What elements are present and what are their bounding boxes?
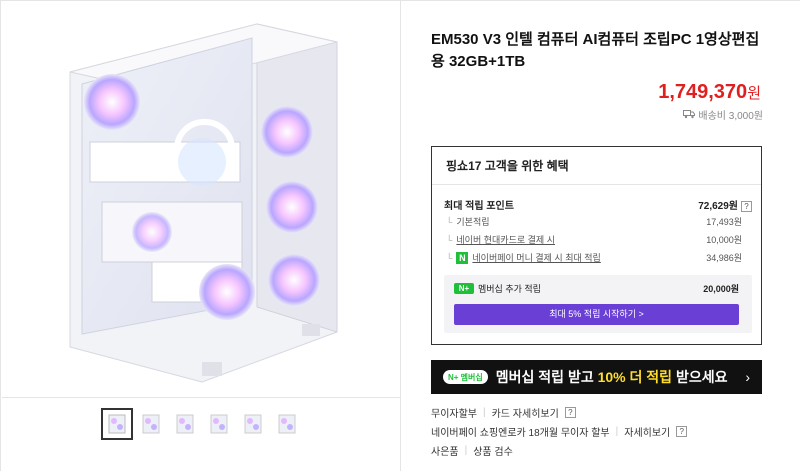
npay-installment-label: 네이버페이 쇼핑엔로카 18개월 무이자 할부 [431, 428, 610, 439]
corner-icon: └ [446, 234, 453, 245]
help-icon[interactable]: ? [564, 407, 576, 418]
max-points-row: 최대 적립 포인트 72,629원? [444, 197, 752, 212]
max-points-value-wrap: 72,629원? [698, 197, 752, 212]
membership-row: N+ 멤버십 추가 적립 20,000원 [454, 282, 739, 295]
help-icon[interactable]: ? [676, 426, 688, 437]
nplus-icon: N+ [454, 283, 474, 294]
points-row-basic: └ 기본적립 17,493원 [446, 215, 742, 228]
points-row-card: └ 네이버 현대카드로 결제 시 10,000원 [446, 233, 742, 246]
points-row-npay: └ N 네이버페이 머니 결제 시 최대 적립 34,986원 [446, 251, 742, 264]
pc-case-illustration [69, 23, 338, 383]
banner-text-before: 멤버십 적립 받고 [495, 369, 598, 385]
thumbnail-4[interactable] [203, 408, 235, 440]
benefit-header: 핑쇼17 고객을 위한 혜택 [432, 147, 761, 185]
thumbnail-strip [101, 408, 303, 442]
npay-icon: N [456, 251, 469, 264]
thumbnail-3[interactable] [169, 408, 201, 440]
thumbnail-6[interactable] [271, 408, 303, 440]
shipping-info: 배송비 3,000원 [683, 107, 763, 122]
product-price: 1,749,370원 [658, 81, 761, 104]
divider: | [464, 445, 468, 456]
truck-icon [683, 110, 696, 119]
membership-banner[interactable]: N+ 멤버십 멤버십 적립 받고 10% 더 적립 받으세요 › [431, 360, 762, 394]
membership-label: 멤버십 추가 적립 [478, 284, 541, 294]
thumbnail-2[interactable] [135, 408, 167, 440]
chevron-right-icon: › [745, 369, 750, 385]
thumbnail-image [210, 414, 228, 434]
inspection-label: 상품 검수 [473, 447, 513, 458]
price-value: 1,749,370 [658, 81, 748, 103]
max-points-value: 72,629원 [698, 201, 738, 212]
thumbnail-1[interactable] [101, 408, 133, 440]
banner-text-after: 받으세요 [672, 369, 728, 385]
banner-highlight: 10% 더 적립 [597, 369, 673, 385]
points-row-label: 기본적립 [456, 217, 490, 227]
product-title: EM530 V3 인텔 컴퓨터 AI컴퓨터 조립PC 1영상편집용 32GB+1… [431, 31, 760, 70]
points-row-value: 17,493원 [706, 217, 742, 227]
price-unit: 원 [747, 85, 761, 102]
shipping-fee: 배송비 3,000원 [698, 111, 763, 122]
gift-label: 사은품 [431, 447, 459, 458]
max-points-label: 최대 적립 포인트 [444, 201, 514, 212]
npay-detail-link[interactable]: 자세히보기 [624, 424, 670, 439]
points-row-value: 34,986원 [706, 253, 742, 263]
npay-installment-line: 네이버페이 쇼핑엔로카 18개월 무이자 할부 | 자세히보기 ? [431, 424, 688, 439]
banner-text: 멤버십 적립 받고 10% 더 적립 받으세요 [496, 367, 728, 387]
installment-label: 무이자할부 [431, 409, 477, 420]
membership-start-button[interactable]: 최대 5% 적립 시작하기 > [454, 304, 739, 325]
product-image-column [0, 1, 401, 471]
points-row-npay-link[interactable]: 네이버페이 머니 결제 시 최대 적립 [472, 251, 600, 264]
thumbnail-5[interactable] [237, 408, 269, 440]
installment-line: 무이자할부 | 카드 자세히보기 ? [431, 405, 576, 420]
corner-icon: └ [446, 252, 453, 263]
membership-value: 20,000원 [703, 284, 739, 294]
product-page: EM530 V3 인텔 컴퓨터 AI컴퓨터 조립PC 1영상편집용 32GB+1… [0, 0, 800, 471]
card-detail-link[interactable]: 카드 자세히보기 [492, 405, 559, 420]
divider: | [483, 407, 486, 418]
points-row-card-link[interactable]: 네이버 현대카드로 결제 시 [456, 233, 555, 246]
thumbnail-image [108, 414, 126, 434]
divider: | [615, 426, 619, 437]
gift-line: 사은품 | 상품 검수 [431, 443, 513, 458]
thumbnail-image [278, 414, 296, 434]
points-row-value: 10,000원 [706, 235, 742, 245]
membership-panel: N+ 멤버십 추가 적립 20,000원 최대 5% 적립 시작하기 > [444, 275, 752, 333]
benefit-box: 핑쇼17 고객을 위한 혜택 최대 적립 포인트 72,629원? └ 기본적립 … [431, 146, 762, 345]
thumbnail-image [244, 414, 262, 434]
help-icon[interactable]: ? [741, 200, 752, 212]
thumbnail-image [176, 414, 194, 434]
thumbnail-image [142, 414, 160, 434]
corner-icon: └ [446, 216, 453, 227]
product-main-image[interactable] [2, 2, 400, 398]
membership-badge: N+ 멤버십 [443, 370, 488, 384]
